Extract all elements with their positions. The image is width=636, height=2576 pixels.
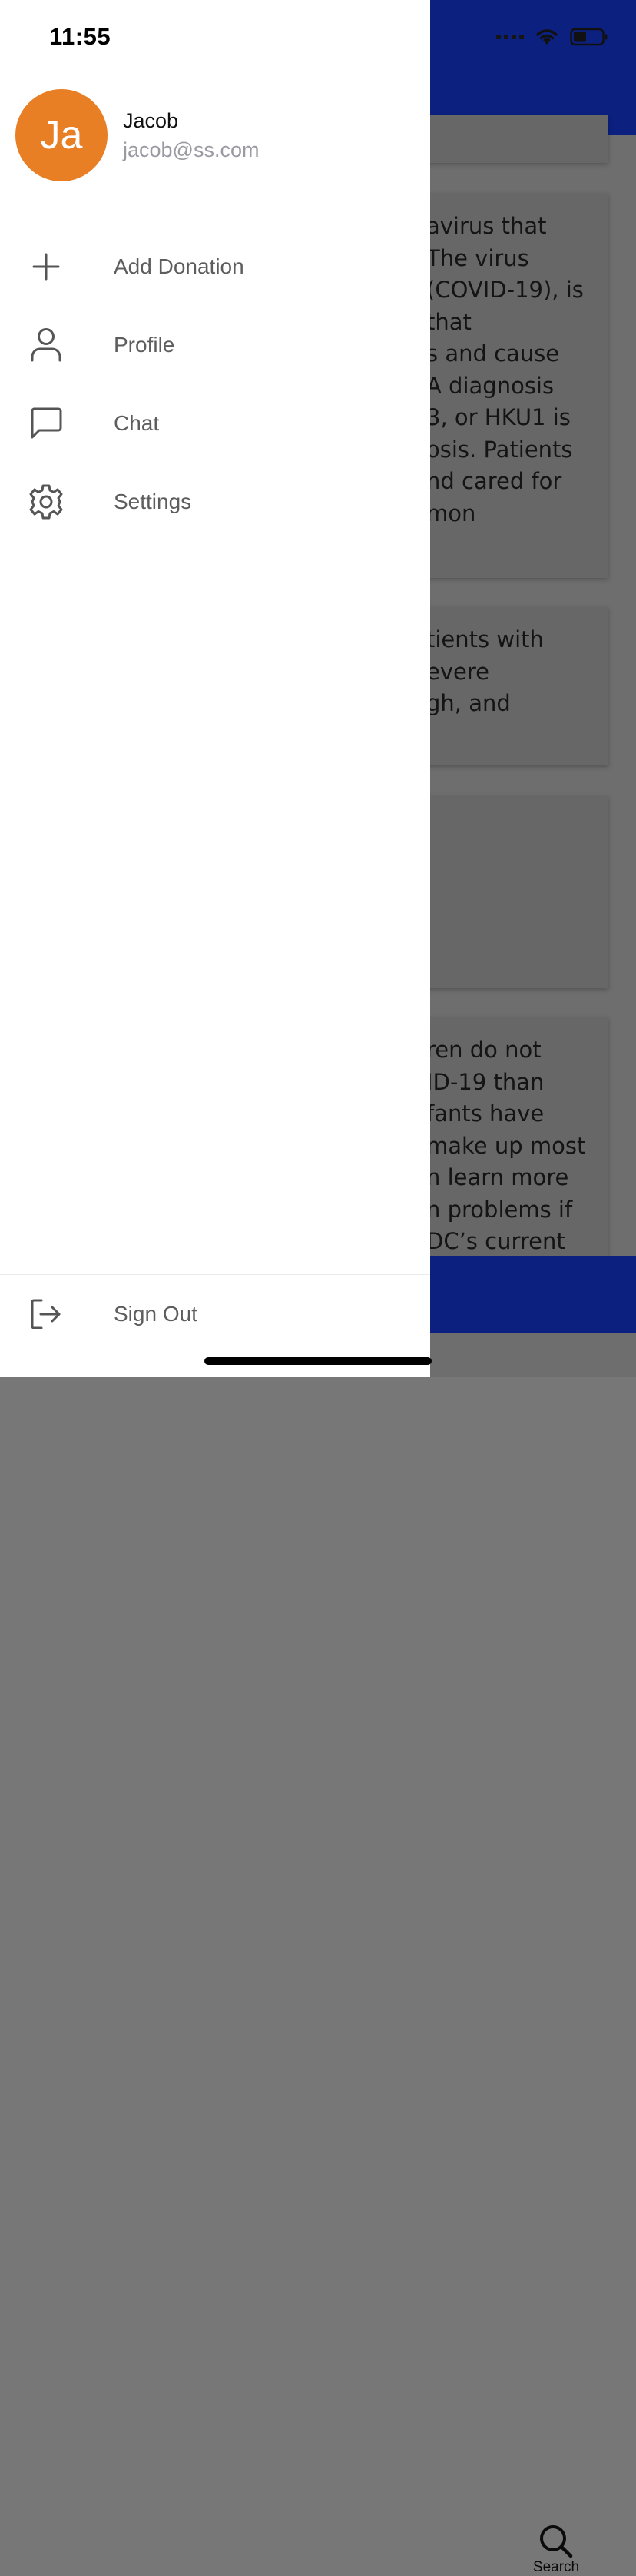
- avatar-initials: Ja: [40, 113, 83, 158]
- home-indicator[interactable]: [204, 1357, 432, 1365]
- user-name: Jacob: [123, 109, 179, 132]
- status-time: 11:55: [49, 23, 111, 50]
- plus-icon: [27, 247, 65, 286]
- menu-item-label: Chat: [114, 411, 160, 435]
- menu-item-label: Add Donation: [114, 254, 244, 278]
- cellular-icon: [496, 35, 524, 39]
- wifi-icon: [536, 29, 558, 45]
- card-text: tients with evere gh, and: [426, 626, 544, 716]
- battery-icon: [570, 28, 608, 46]
- gear-icon: [27, 483, 65, 521]
- navigation-drawer: 11:55 Ja Jacob jacob@ss.com Add Donation…: [0, 0, 430, 1377]
- tab-search-label: Search: [532, 2559, 580, 2575]
- person-icon: [27, 326, 65, 364]
- divider: [0, 1274, 430, 1275]
- menu-item-label: Profile: [114, 333, 175, 357]
- chat-bubble-icon: [27, 404, 65, 443]
- menu-item-add-donation[interactable]: Add Donation: [0, 232, 430, 301]
- sign-out-label: Sign Out: [114, 1302, 197, 1326]
- card-text: ren do not ID-19 than fants have make up…: [426, 1037, 586, 1254]
- status-icons: [496, 28, 608, 46]
- search-icon: [540, 2525, 573, 2558]
- menu-item-settings[interactable]: Settings: [0, 467, 430, 536]
- menu-item-label: Settings: [114, 490, 192, 513]
- user-email: jacob@ss.com: [123, 138, 260, 161]
- avatar[interactable]: Ja: [15, 89, 108, 181]
- card-text: avirus that The virus (COVID-19), is tha…: [426, 213, 584, 526]
- sign-out-icon: [27, 1295, 65, 1333]
- sign-out-button[interactable]: Sign Out: [0, 1280, 430, 1349]
- menu-item-chat[interactable]: Chat: [0, 389, 430, 458]
- tab-search[interactable]: Search: [525, 2524, 587, 2576]
- menu-item-profile[interactable]: Profile: [0, 310, 430, 380]
